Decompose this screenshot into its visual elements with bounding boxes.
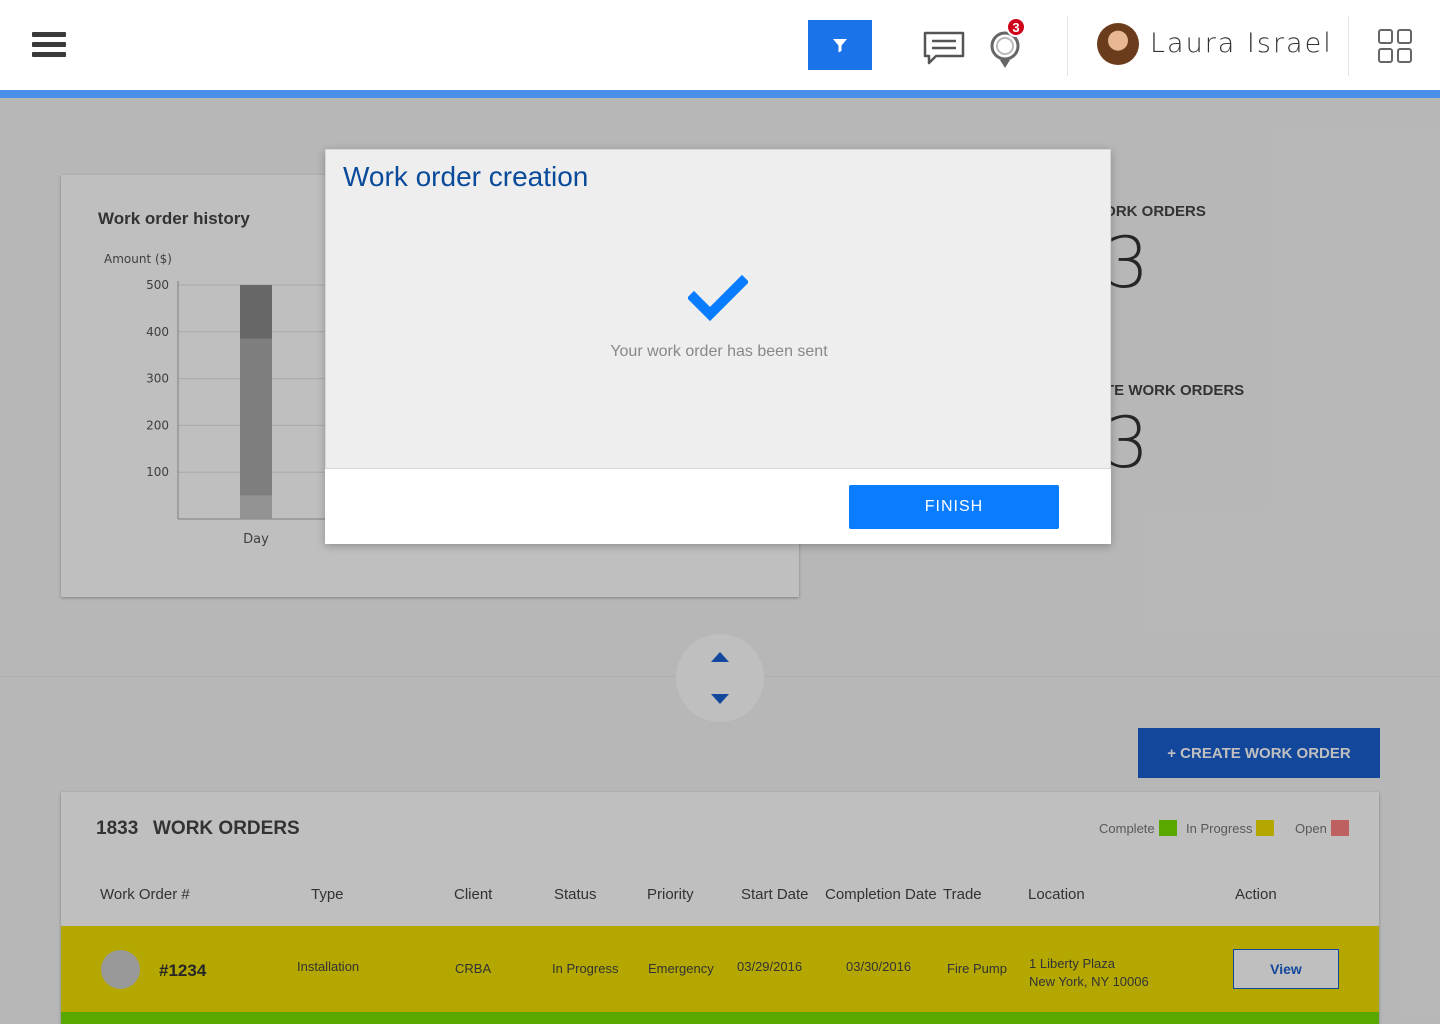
modal-title: Work order creation (343, 161, 589, 192)
top-bar: 3 Laura Israel (0, 0, 1440, 90)
work-order-creation-modal: Work order creation Your work order has … (325, 149, 1111, 544)
finish-button[interactable]: FINISH (849, 485, 1059, 529)
modal-body: Work order creation Your work order has … (325, 149, 1111, 469)
divider (1348, 16, 1349, 76)
modal-message: Your work order has been sent (610, 343, 828, 360)
chat-icon[interactable] (922, 30, 966, 66)
avatar[interactable] (1097, 23, 1139, 65)
header-accent-bar (0, 90, 1440, 98)
modal-footer: FINISH (325, 469, 1111, 544)
menu-icon[interactable] (32, 32, 66, 58)
checkmark-icon (688, 274, 748, 322)
divider (1067, 16, 1068, 76)
user-name[interactable]: Laura Israel (1150, 28, 1333, 59)
filter-button[interactable] (808, 20, 872, 70)
filter-icon (833, 39, 847, 53)
notification-badge: 3 (1006, 17, 1026, 37)
grid-icon[interactable] (1378, 29, 1412, 63)
